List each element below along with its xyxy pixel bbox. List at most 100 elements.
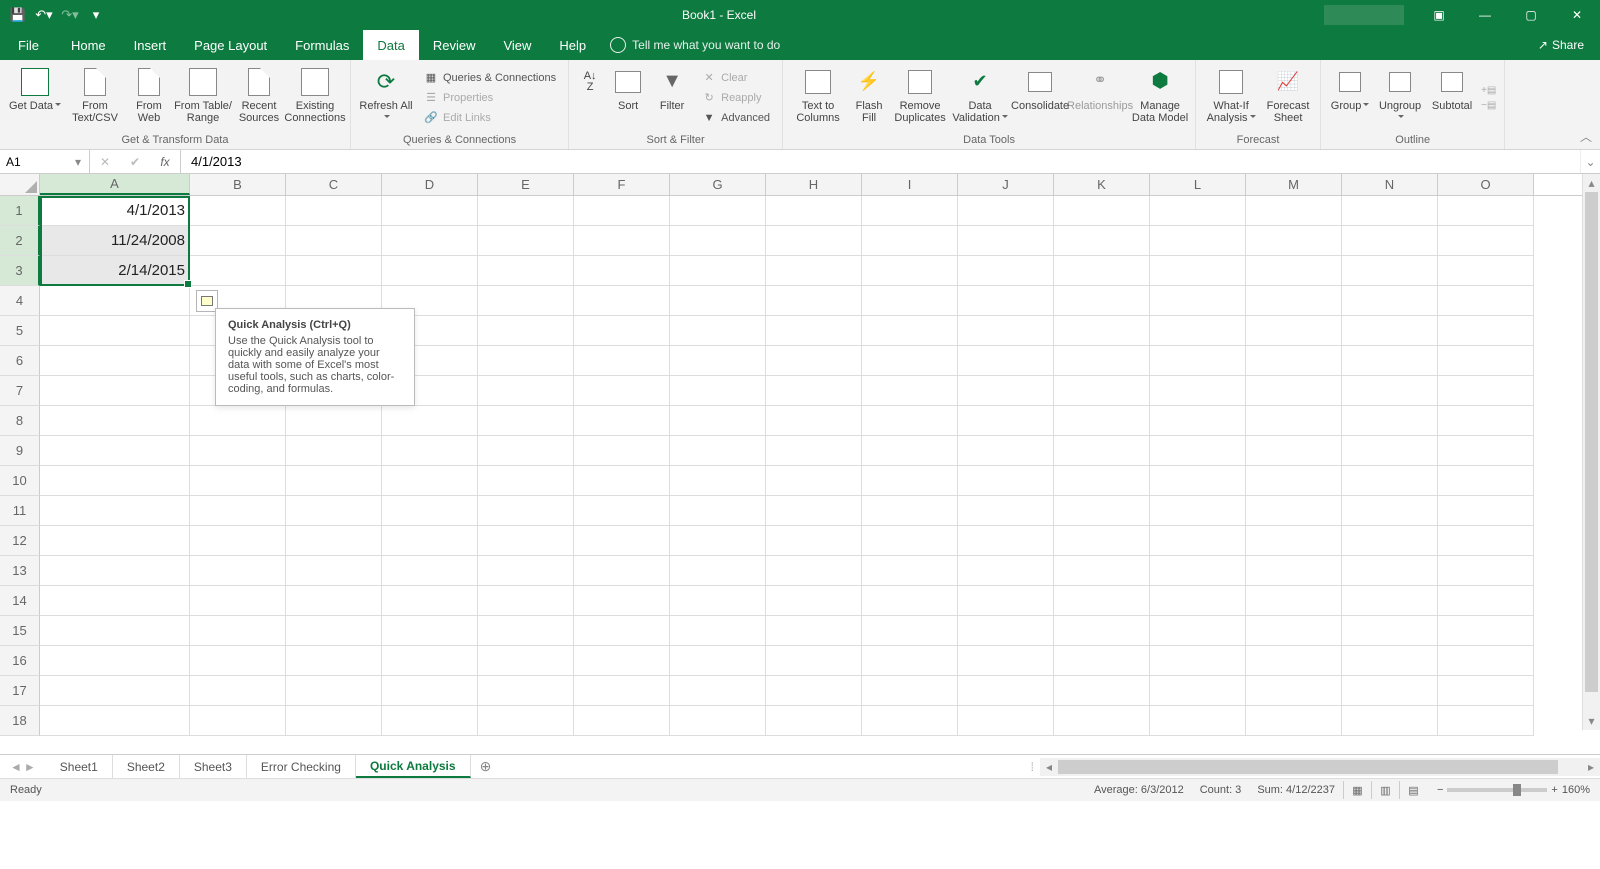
hide-detail-icon[interactable]: −▤ bbox=[1479, 99, 1498, 112]
vertical-scrollbar[interactable]: ▴ ▾ bbox=[1582, 196, 1600, 730]
cell-g18[interactable] bbox=[670, 706, 766, 736]
cell-g8[interactable] bbox=[670, 406, 766, 436]
cell-f16[interactable] bbox=[574, 646, 670, 676]
clear-filter-button[interactable]: ✕Clear bbox=[699, 69, 772, 87]
cell-b16[interactable] bbox=[190, 646, 286, 676]
cell-k14[interactable] bbox=[1054, 586, 1150, 616]
cell-h5[interactable] bbox=[766, 316, 862, 346]
row-header-16[interactable]: 16 bbox=[0, 646, 40, 676]
cell-m18[interactable] bbox=[1246, 706, 1342, 736]
cell-n16[interactable] bbox=[1342, 646, 1438, 676]
cell-l17[interactable] bbox=[1150, 676, 1246, 706]
cell-c18[interactable] bbox=[286, 706, 382, 736]
cell-e11[interactable] bbox=[478, 496, 574, 526]
from-text-csv-button[interactable]: From Text/CSV bbox=[66, 64, 124, 132]
cell-e13[interactable] bbox=[478, 556, 574, 586]
cell-l13[interactable] bbox=[1150, 556, 1246, 586]
cell-o12[interactable] bbox=[1438, 526, 1534, 556]
col-header-j[interactable]: J bbox=[958, 174, 1054, 195]
cell-a9[interactable] bbox=[40, 436, 190, 466]
cell-l7[interactable] bbox=[1150, 376, 1246, 406]
cell-j10[interactable] bbox=[958, 466, 1054, 496]
cell-g5[interactable] bbox=[670, 316, 766, 346]
tab-formulas[interactable]: Formulas bbox=[281, 30, 363, 60]
cell-o9[interactable] bbox=[1438, 436, 1534, 466]
row-header-13[interactable]: 13 bbox=[0, 556, 40, 586]
horizontal-scrollbar[interactable]: ◂ ▸ bbox=[1040, 758, 1600, 776]
col-header-c[interactable]: C bbox=[286, 174, 382, 195]
cell-g11[interactable] bbox=[670, 496, 766, 526]
cell-n5[interactable] bbox=[1342, 316, 1438, 346]
cell-f1[interactable] bbox=[574, 196, 670, 226]
cell-f7[interactable] bbox=[574, 376, 670, 406]
cell-h10[interactable] bbox=[766, 466, 862, 496]
cell-o8[interactable] bbox=[1438, 406, 1534, 436]
cell-f9[interactable] bbox=[574, 436, 670, 466]
cell-b11[interactable] bbox=[190, 496, 286, 526]
subtotal-button[interactable]: Subtotal bbox=[1427, 64, 1477, 132]
cell-l3[interactable] bbox=[1150, 256, 1246, 286]
cell-l4[interactable] bbox=[1150, 286, 1246, 316]
col-header-h[interactable]: H bbox=[766, 174, 862, 195]
cell-a8[interactable] bbox=[40, 406, 190, 436]
cell-l10[interactable] bbox=[1150, 466, 1246, 496]
row-header-6[interactable]: 6 bbox=[0, 346, 40, 376]
cell-i16[interactable] bbox=[862, 646, 958, 676]
horizontal-scroll-thumb[interactable] bbox=[1058, 760, 1558, 774]
consolidate-button[interactable]: Consolidate bbox=[1011, 64, 1069, 132]
row-header-4[interactable]: 4 bbox=[0, 286, 40, 316]
cell-j1[interactable] bbox=[958, 196, 1054, 226]
row-header-1[interactable]: 1 bbox=[0, 196, 40, 226]
cell-e18[interactable] bbox=[478, 706, 574, 736]
cell-j4[interactable] bbox=[958, 286, 1054, 316]
col-header-d[interactable]: D bbox=[382, 174, 478, 195]
remove-duplicates-button[interactable]: Remove Duplicates bbox=[891, 64, 949, 132]
undo-icon[interactable]: ↶▾ bbox=[32, 3, 56, 27]
row-header-10[interactable]: 10 bbox=[0, 466, 40, 496]
cell-c3[interactable] bbox=[286, 256, 382, 286]
cell-e15[interactable] bbox=[478, 616, 574, 646]
cell-o13[interactable] bbox=[1438, 556, 1534, 586]
cell-i2[interactable] bbox=[862, 226, 958, 256]
customize-qat-icon[interactable]: ▾ bbox=[84, 3, 108, 27]
cell-b9[interactable] bbox=[190, 436, 286, 466]
cell-m16[interactable] bbox=[1246, 646, 1342, 676]
cell-g9[interactable] bbox=[670, 436, 766, 466]
sheet-nav-next-icon[interactable]: ► bbox=[24, 760, 36, 774]
cell-d3[interactable] bbox=[382, 256, 478, 286]
close-icon[interactable]: ✕ bbox=[1554, 0, 1600, 30]
cell-h6[interactable] bbox=[766, 346, 862, 376]
sort-az-button[interactable]: A↓Z bbox=[575, 64, 605, 132]
cell-o15[interactable] bbox=[1438, 616, 1534, 646]
cell-i5[interactable] bbox=[862, 316, 958, 346]
zoom-out-icon[interactable]: − bbox=[1437, 784, 1443, 796]
cell-h13[interactable] bbox=[766, 556, 862, 586]
cell-a13[interactable] bbox=[40, 556, 190, 586]
tab-help[interactable]: Help bbox=[545, 30, 600, 60]
cell-i8[interactable] bbox=[862, 406, 958, 436]
cell-n2[interactable] bbox=[1342, 226, 1438, 256]
col-header-m[interactable]: M bbox=[1246, 174, 1342, 195]
sheet-tab-sheet1[interactable]: Sheet1 bbox=[46, 755, 113, 778]
cell-d8[interactable] bbox=[382, 406, 478, 436]
cell-j3[interactable] bbox=[958, 256, 1054, 286]
cell-k7[interactable] bbox=[1054, 376, 1150, 406]
cell-g7[interactable] bbox=[670, 376, 766, 406]
sheet-tab-error-checking[interactable]: Error Checking bbox=[247, 755, 356, 778]
cell-o14[interactable] bbox=[1438, 586, 1534, 616]
cell-a14[interactable] bbox=[40, 586, 190, 616]
cell-m17[interactable] bbox=[1246, 676, 1342, 706]
cell-o1[interactable] bbox=[1438, 196, 1534, 226]
cell-i12[interactable] bbox=[862, 526, 958, 556]
cell-e16[interactable] bbox=[478, 646, 574, 676]
cell-m13[interactable] bbox=[1246, 556, 1342, 586]
cell-o6[interactable] bbox=[1438, 346, 1534, 376]
existing-connections-button[interactable]: Existing Connections bbox=[286, 64, 344, 132]
advanced-filter-button[interactable]: ▼Advanced bbox=[699, 109, 772, 127]
cell-l1[interactable] bbox=[1150, 196, 1246, 226]
zoom-level[interactable]: 160% bbox=[1562, 784, 1590, 796]
cell-b18[interactable] bbox=[190, 706, 286, 736]
cell-o5[interactable] bbox=[1438, 316, 1534, 346]
row-header-11[interactable]: 11 bbox=[0, 496, 40, 526]
cell-c9[interactable] bbox=[286, 436, 382, 466]
